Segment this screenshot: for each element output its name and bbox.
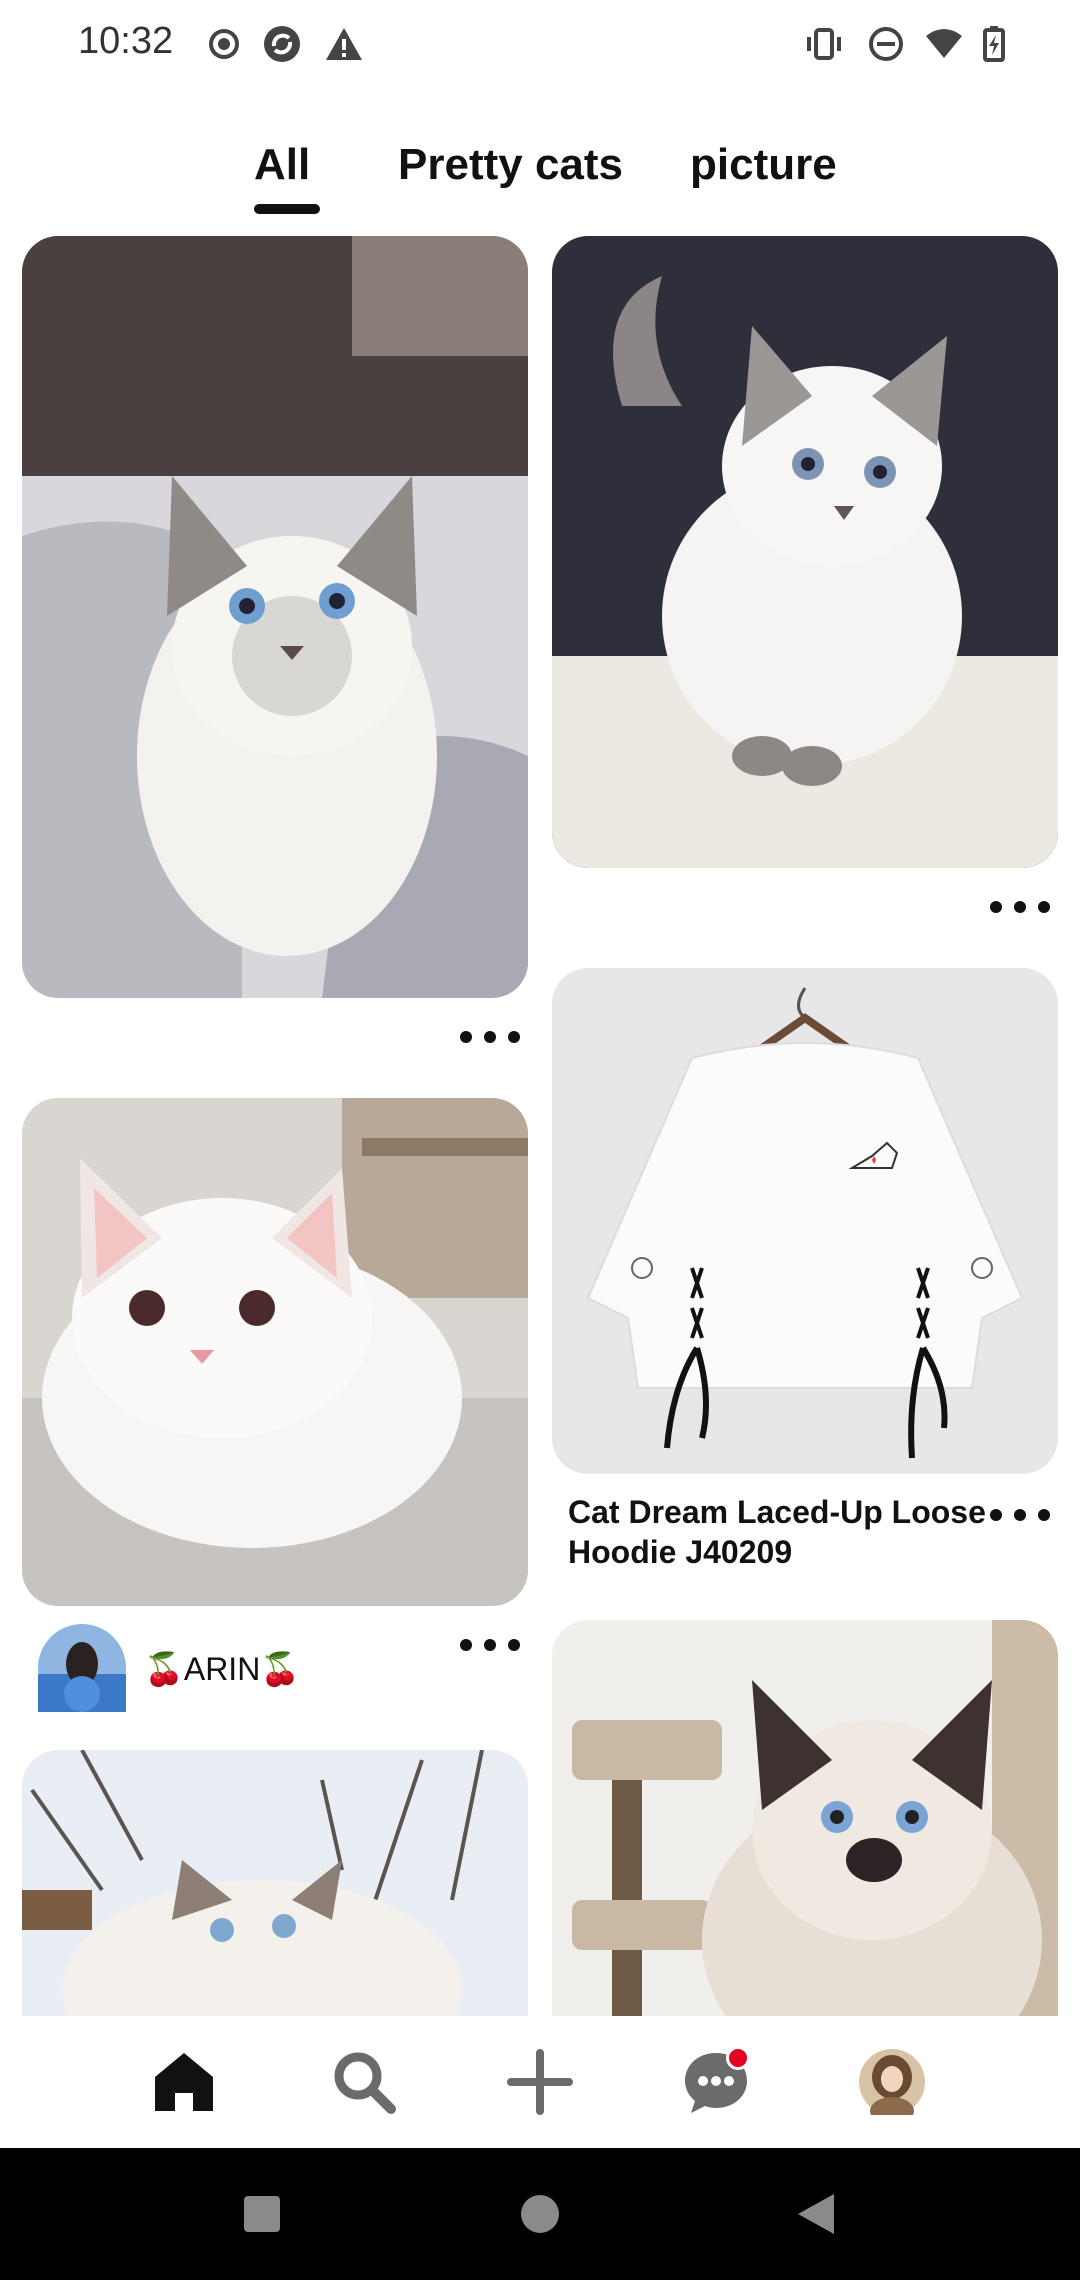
tab-picture[interactable]: picture — [690, 140, 837, 190]
pin-image-hoodie[interactable] — [552, 968, 1058, 1474]
pinner-avatar[interactable] — [38, 1624, 126, 1712]
sync-app-icon — [264, 26, 300, 62]
cat-photo — [22, 1098, 528, 1606]
cat-photo — [552, 1620, 1058, 2016]
pin-more-options-button[interactable] — [990, 892, 1050, 922]
recent-apps-icon[interactable] — [242, 2194, 282, 2234]
nav-search[interactable] — [324, 2042, 404, 2122]
home-icon — [155, 2053, 213, 2111]
cat-photo — [552, 236, 1058, 868]
nav-messages[interactable] — [676, 2042, 756, 2122]
nav-create[interactable] — [500, 2042, 580, 2122]
pin-more-options-button[interactable] — [990, 1500, 1050, 1530]
do-not-disturb-icon — [869, 27, 903, 61]
pin-image-cat-bed[interactable] — [22, 236, 528, 998]
pin-image-kitten-tree[interactable] — [552, 1620, 1058, 2016]
pin-caption-line: Hoodie J40209 — [568, 1534, 793, 1570]
warning-icon — [326, 28, 362, 60]
vibrate-icon — [807, 28, 841, 60]
battery-charging-icon — [983, 26, 1005, 62]
pin-more-options-button[interactable] — [460, 1022, 520, 1052]
tab-all[interactable]: All — [254, 140, 310, 190]
search-icon — [334, 2052, 396, 2114]
pin-more-options-button[interactable] — [460, 1630, 520, 1660]
nav-profile[interactable] — [852, 2042, 932, 2122]
create-icon — [507, 2049, 573, 2115]
wifi-icon — [926, 29, 962, 58]
tab-pretty-cats[interactable]: Pretty cats — [398, 140, 623, 190]
pin-caption[interactable]: Cat Dream Laced-Up Loose Hoodie J40209 — [568, 1492, 986, 1572]
pin-image-kitten-rug[interactable] — [552, 236, 1058, 868]
status-time: 10:32 — [78, 20, 174, 62]
active-tab-indicator — [254, 204, 320, 214]
pin-caption-line: Cat Dream Laced-Up Loose — [568, 1494, 986, 1530]
back-icon[interactable] — [796, 2192, 836, 2236]
status-bar: 10:32 — [0, 0, 1080, 90]
bottom-navigation — [0, 2016, 1080, 2148]
record-icon — [209, 29, 239, 59]
pin-image-cat-outdoor[interactable] — [22, 1750, 528, 2016]
hoodie-product-photo — [552, 968, 1058, 1474]
cat-photo — [22, 236, 528, 998]
notification-badge — [726, 2046, 750, 2070]
pin-image-white-cat[interactable] — [22, 1098, 528, 1606]
board-tabs: All Pretty cats picture — [0, 140, 1080, 220]
profile-avatar — [859, 2049, 925, 2115]
system-navigation-bar — [0, 2148, 1080, 2280]
nav-home[interactable] — [144, 2042, 224, 2122]
cat-photo — [22, 1750, 528, 2016]
pinner-name[interactable]: 🍒ARIN🍒 — [144, 1650, 300, 1688]
home-button-icon[interactable] — [520, 2194, 560, 2234]
